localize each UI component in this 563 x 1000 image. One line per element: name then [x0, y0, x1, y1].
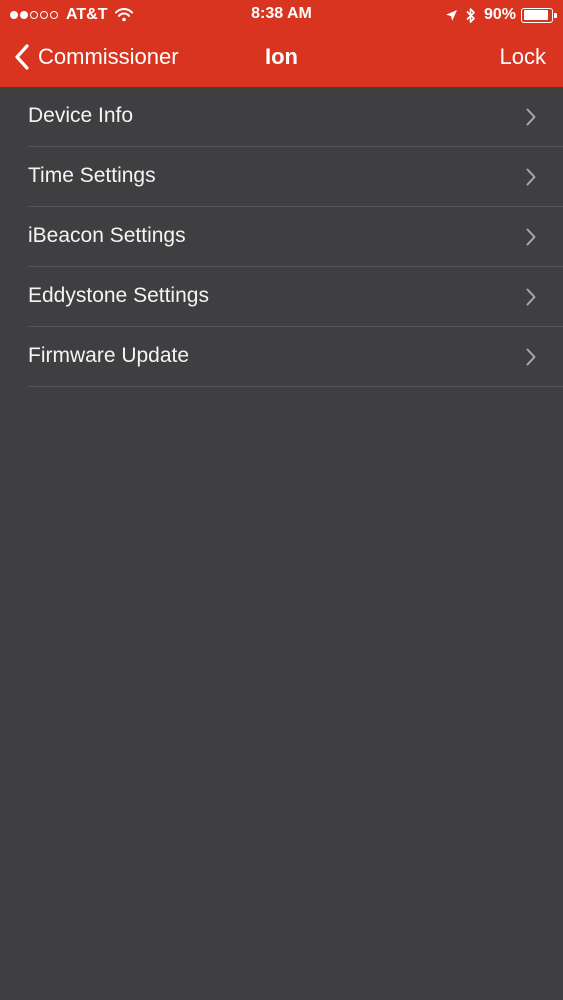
menu-item-firmware-update[interactable]: Firmware Update	[0, 327, 563, 387]
header: AT&T 8:38 AM 90% Commissioner Ion Lock	[0, 0, 563, 87]
status-bar: AT&T 8:38 AM 90%	[0, 0, 563, 30]
page-title: Ion	[265, 44, 298, 69]
status-right: 90%	[445, 5, 557, 25]
divider	[28, 386, 563, 387]
menu-item-time-settings[interactable]: Time Settings	[0, 147, 563, 207]
battery-fill	[523, 10, 548, 20]
chevron-right-icon	[526, 228, 536, 246]
settings-menu: Device Info Time Settings iBeacon Settin…	[0, 87, 563, 387]
menu-item-eddystone-settings[interactable]: Eddystone Settings	[0, 267, 563, 327]
chevron-right-icon	[526, 108, 536, 126]
chevron-right-icon	[526, 168, 536, 186]
menu-item-label: Eddystone Settings	[28, 284, 209, 307]
navigation-bar: Commissioner Ion Lock	[0, 30, 563, 87]
chevron-right-icon	[526, 348, 536, 366]
location-arrow-icon	[445, 9, 457, 21]
menu-item-device-info[interactable]: Device Info	[0, 87, 563, 147]
menu-item-label: Device Info	[28, 104, 134, 127]
chevron-right-icon	[526, 288, 536, 306]
lock-button[interactable]: Lock	[500, 44, 546, 70]
battery-nub	[554, 12, 557, 18]
menu-item-ibeacon-settings[interactable]: iBeacon Settings	[0, 207, 563, 267]
menu-item-label: iBeacon Settings	[28, 224, 186, 247]
menu-item-label: Firmware Update	[28, 344, 190, 367]
battery-icon	[521, 7, 557, 23]
battery-percentage: 90%	[483, 6, 516, 23]
menu-item-label: Time Settings	[28, 164, 156, 187]
bluetooth-icon	[466, 7, 475, 23]
